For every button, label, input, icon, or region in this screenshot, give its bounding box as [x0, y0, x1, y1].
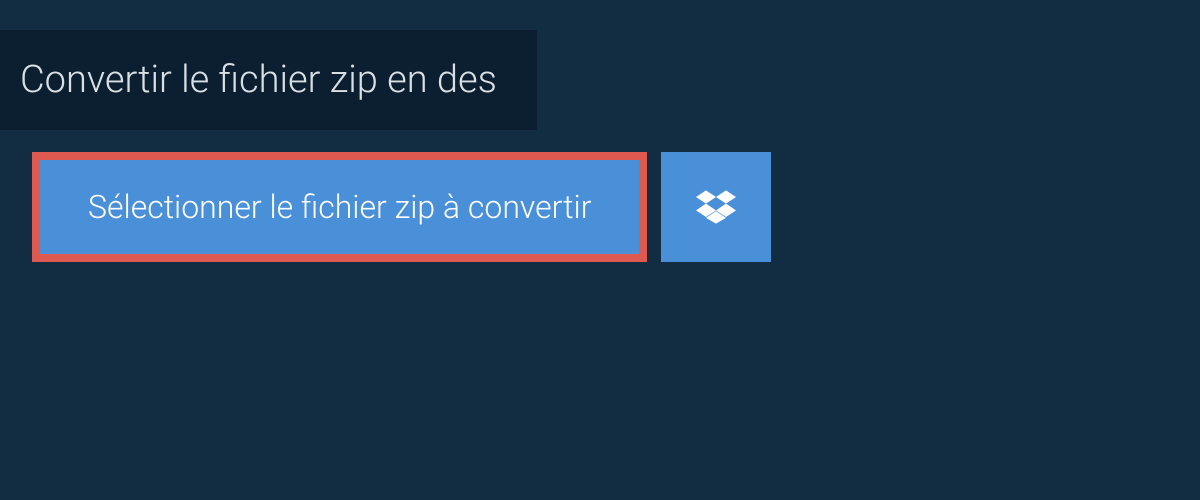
select-file-label: Sélectionner le fichier zip à convertir [88, 188, 591, 226]
action-row: Sélectionner le fichier zip à convertir [32, 152, 1200, 262]
page-header: Convertir le fichier zip en des [0, 30, 537, 130]
dropbox-button[interactable] [661, 152, 771, 262]
page-title: Convertir le fichier zip en des [20, 58, 497, 102]
select-file-button[interactable]: Sélectionner le fichier zip à convertir [32, 152, 647, 262]
dropbox-icon [696, 187, 736, 227]
